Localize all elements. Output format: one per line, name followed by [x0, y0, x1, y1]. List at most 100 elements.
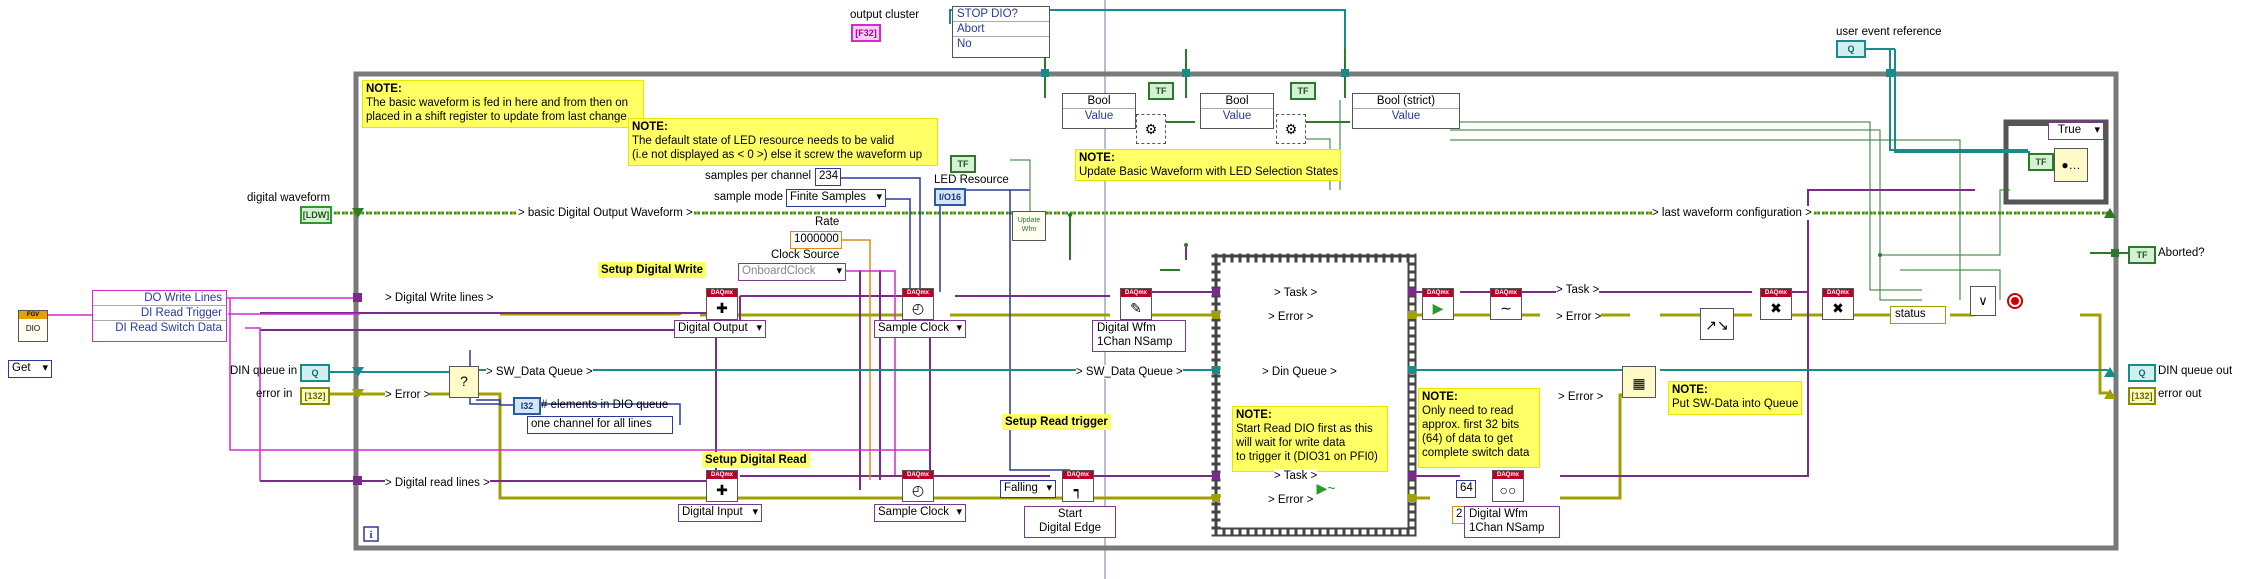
update-waveform-icon[interactable]: Update Wfm [1012, 211, 1046, 241]
unbundle-item: DI Read Switch Data [115, 322, 222, 334]
note-line: complete switch data [1422, 447, 1530, 459]
din-queue-in-terminal[interactable]: Q [300, 364, 330, 382]
fgv-get-ring[interactable]: Get [8, 360, 52, 378]
note-start-read: NOTE: Start Read DIO first as this will … [1232, 406, 1388, 472]
falling-edge-ring[interactable]: Falling [1000, 480, 1056, 498]
wire-label-din-queue: > Din Queue > [1262, 365, 1337, 379]
sixty-four-const[interactable]: 64 [1456, 480, 1476, 498]
write-wfm-ring[interactable]: Digital Wfm 1Chan NSamp [1092, 320, 1186, 352]
tf-constant[interactable]: TF [1290, 82, 1316, 100]
samples-per-channel-label: samples per channel [705, 170, 812, 182]
clock-source-label: Clock Source [771, 249, 840, 261]
fgv-unbundle[interactable]: DO Write Lines DI Read Trigger DI Read S… [92, 290, 227, 342]
bool-node-label: Bool [1201, 94, 1273, 109]
fgv-vi-icon[interactable]: FGV DIO [18, 310, 48, 342]
note-line: Start Read DIO first as this [1236, 423, 1373, 435]
wire-label-last-waveform: > last waveform configuration > [1652, 206, 1812, 220]
led-resource-label: LED Resource [934, 174, 1009, 186]
ring-line: Digital Edge [1038, 522, 1101, 534]
property-node-icon[interactable]: ⚙ [1136, 114, 1166, 144]
digital-output-ring[interactable]: Digital Output [674, 320, 766, 338]
clock-source-ring[interactable]: OnboardClock [738, 263, 846, 281]
fgv-tag: FGV [19, 311, 47, 319]
generate-user-event-icon[interactable]: ●… [2054, 148, 2088, 182]
output-cluster-terminal[interactable]: [F32] [851, 24, 881, 42]
svg-text:i: i [369, 529, 372, 541]
or-icon[interactable]: ∨ [1970, 286, 1996, 316]
unbundle-item: DO Write Lines [93, 291, 226, 306]
rate-const[interactable]: 1000000 [790, 231, 842, 249]
property-node-icon[interactable]: ⚙ [1276, 114, 1306, 144]
daqmx-trigger-icon[interactable]: DAQmx ┑ [1062, 470, 1094, 502]
setup-digital-read-label: Setup Digital Read [702, 452, 810, 468]
bool-value-label: Value [1391, 110, 1421, 122]
note-line: (64) of data to get [1422, 433, 1513, 445]
daqmx-timing-icon[interactable]: DAQmx ◴ [902, 288, 934, 320]
tf-constant[interactable]: TF [950, 155, 976, 173]
wire-label-error: > Error > [1268, 493, 1314, 507]
read-wfm-ring[interactable]: Digital Wfm 1Chan NSamp [1464, 506, 1560, 538]
din-queue-out-label: DIN queue out [2158, 365, 2233, 377]
daqmx-clear-icon[interactable]: DAQmx ✖ [1760, 288, 1792, 320]
daqmx-create-channel-icon[interactable]: DAQmx ✚ [706, 288, 738, 320]
error-in-label: error in [256, 388, 293, 400]
note-title: NOTE: [1236, 409, 1272, 421]
i32-indicator: I32 [513, 397, 541, 415]
note-title: NOTE: [1422, 391, 1458, 403]
status-unbundle[interactable]: status [1890, 306, 1946, 324]
dio-tag: DIO [25, 324, 41, 333]
sample-clock-ring[interactable]: Sample Clock [874, 504, 966, 522]
led-resource-terminal[interactable]: I/O16 [934, 188, 966, 206]
bool-value-label: Value [1084, 110, 1114, 122]
note-line: The basic waveform is fed in here and fr… [366, 97, 629, 109]
daqmx-create-channel-icon[interactable]: DAQmx ✚ [706, 470, 738, 502]
daqmx-start-icon[interactable]: DAQmx ▶ [1422, 288, 1454, 320]
digital-input-ring[interactable]: Digital Input [678, 504, 762, 522]
queue-status-icon[interactable]: ? [449, 366, 479, 398]
daqmx-write-icon[interactable]: DAQmx ✎ [1120, 288, 1152, 320]
update-wfm-text: Update Wfm [1017, 217, 1041, 233]
bool-node-label: Bool [1063, 94, 1135, 109]
error-cluster-icon[interactable]: ↗↘ [1700, 308, 1734, 340]
channel-grouping-const[interactable]: one channel for all lines [527, 416, 673, 434]
error-in-terminal[interactable]: [132] [300, 387, 330, 405]
note-line: Update Basic Waveform with LED Selection… [1079, 166, 1339, 178]
note-line: will wait for write data [1236, 437, 1346, 449]
queue-enqueue-icon[interactable]: ▦ [1622, 366, 1656, 398]
bool-node-1[interactable]: Bool Value [1062, 93, 1136, 129]
user-event-reference-label: user event reference [1836, 26, 1942, 38]
wire-label-error: > Error > [1556, 310, 1602, 324]
start-digital-edge-ring[interactable]: Start Digital Edge [1024, 506, 1116, 538]
daqmx-start-icon[interactable]: ▶~ [1310, 478, 1342, 510]
wire-label-error: > Error > [385, 388, 431, 402]
aborted-label: Aborted? [2158, 247, 2205, 259]
din-queue-in-label: DIN queue in [230, 365, 298, 377]
wire-label-error: > Error > [1268, 310, 1314, 324]
samples-per-channel-const[interactable]: 234 [815, 168, 841, 186]
error-out-terminal: [132] [2128, 387, 2156, 405]
daqmx-timing-icon[interactable]: DAQmx ◴ [902, 470, 934, 502]
status-label: status [1895, 308, 1926, 320]
case-selector[interactable]: True [2048, 122, 2104, 140]
sample-mode-ring[interactable]: Finite Samples [786, 189, 886, 207]
daqmx-read-icon[interactable]: DAQmx ○○ [1492, 470, 1524, 502]
bool-strict-node[interactable]: Bool (strict) Value [1352, 93, 1460, 129]
note-line: placed in a shift register to update fro… [366, 111, 627, 123]
aborted-indicator: TF [2128, 246, 2156, 264]
digital-waveform-terminal[interactable]: [LDW] [300, 206, 332, 224]
unbundle-item: No [957, 38, 972, 50]
bool-node-2[interactable]: Bool Value [1200, 93, 1274, 129]
error-out-label: error out [2158, 388, 2202, 400]
sample-clock-ring[interactable]: Sample Clock [874, 320, 966, 338]
note-basic-waveform: NOTE: The basic waveform is fed in here … [362, 80, 644, 128]
note-title: NOTE: [632, 121, 668, 133]
tf-constant[interactable]: TF [1148, 82, 1174, 100]
rate-label: Rate [815, 216, 840, 228]
note-sw-data: NOTE: Put SW-Data into Queue [1668, 381, 1802, 415]
daqmx-clear-icon[interactable]: DAQmx ✖ [1822, 288, 1854, 320]
daqmx-timing-icon[interactable]: DAQmx ∼ [1490, 288, 1522, 320]
unbundle-item: Abort [953, 22, 1049, 37]
unbundle-item: DI Read Trigger [93, 306, 226, 321]
stop-dio-unbundle[interactable]: STOP DIO? Abort No [952, 6, 1050, 58]
user-event-terminal[interactable]: Q [1836, 40, 1866, 58]
